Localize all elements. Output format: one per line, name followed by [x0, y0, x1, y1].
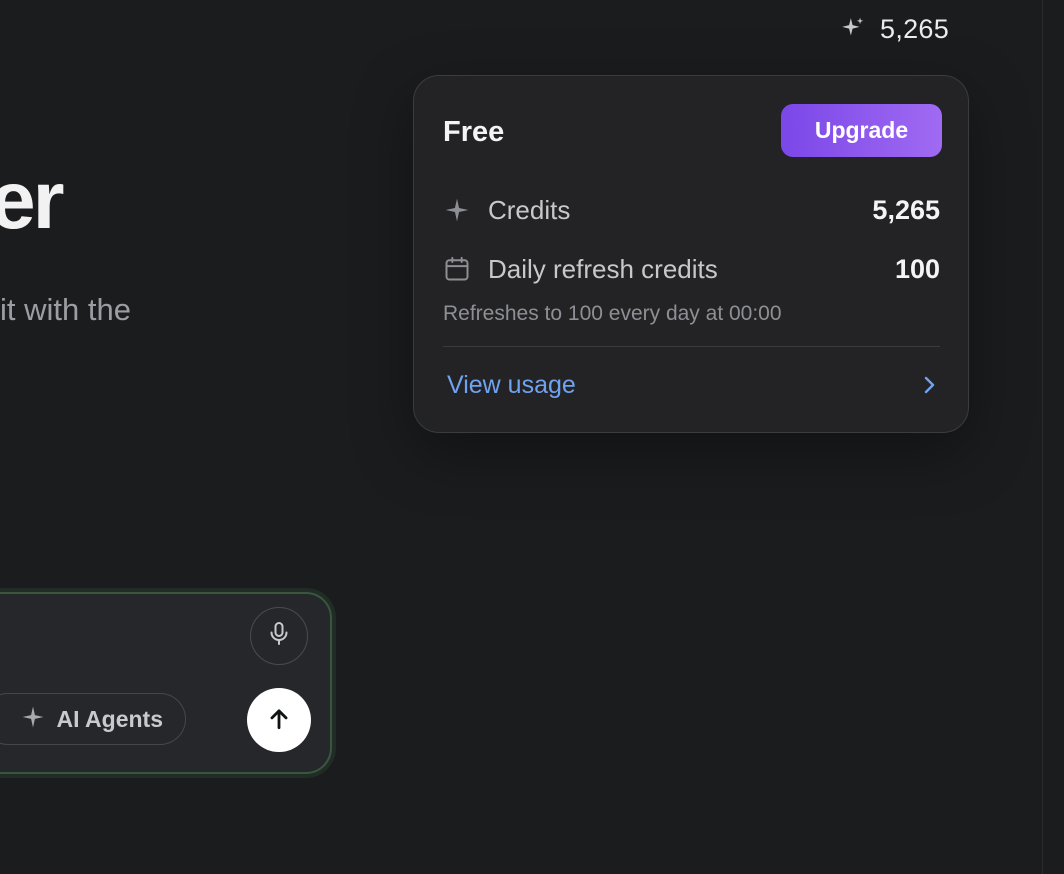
- arrow-up-icon: [266, 706, 292, 735]
- ai-agents-label: AI Agents: [56, 705, 164, 732]
- plan-name: Free: [443, 116, 505, 148]
- daily-refresh-value: 100: [894, 253, 940, 284]
- microphone-button[interactable]: [250, 607, 308, 665]
- view-usage-link[interactable]: View usage: [443, 365, 940, 405]
- page: 5,265 er it with the Free Upgrade Credit…: [0, 0, 1064, 874]
- card-divider: [443, 346, 940, 347]
- hero-title: er: [0, 155, 64, 246]
- prompt-composer[interactable]: AI Agents: [0, 592, 332, 774]
- calendar-icon: [443, 255, 471, 283]
- header-credits-button[interactable]: 5,265: [832, 10, 957, 48]
- send-button[interactable]: [247, 688, 311, 752]
- microphone-icon: [267, 621, 291, 652]
- credits-label: Credits: [488, 194, 571, 225]
- sparkle-icon: [21, 705, 45, 734]
- header-credits-count: 5,265: [880, 13, 950, 44]
- chevron-right-icon: [920, 373, 940, 397]
- view-usage-label: View usage: [447, 370, 576, 399]
- credits-row: Credits 5,265: [443, 192, 940, 228]
- refresh-note: Refreshes to 100 every day at 00:00: [443, 302, 782, 325]
- sparkle-icon: [840, 16, 866, 42]
- sparkle-icon: [443, 197, 471, 223]
- upgrade-button[interactable]: Upgrade: [781, 104, 942, 157]
- credits-value: 5,265: [872, 194, 940, 225]
- credits-popover: Free Upgrade Credits 5,265 Daily refresh…: [413, 75, 969, 433]
- ai-agents-chip[interactable]: AI Agents: [0, 693, 186, 745]
- right-panel-divider: [1042, 0, 1043, 874]
- daily-refresh-row: Daily refresh credits 100: [443, 251, 940, 287]
- daily-refresh-label: Daily refresh credits: [488, 253, 718, 284]
- hero-subtitle: it with the: [0, 292, 131, 327]
